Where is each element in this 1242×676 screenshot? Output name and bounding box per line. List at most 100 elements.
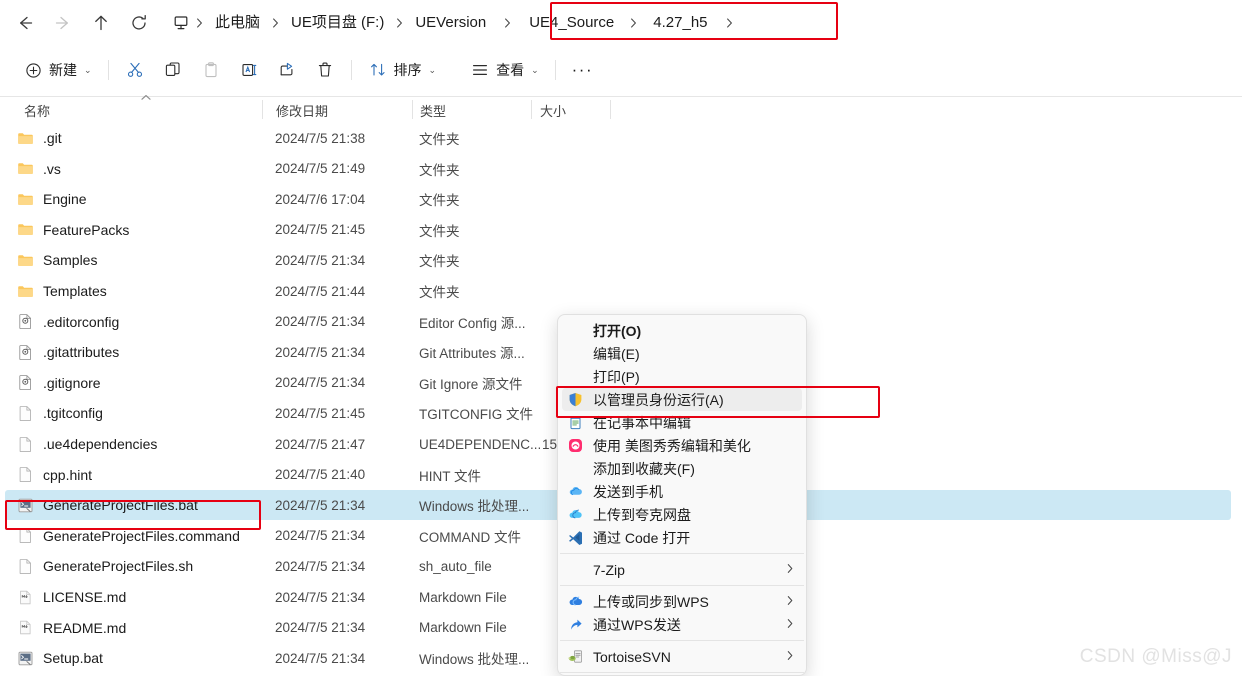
breadcrumb-item-1[interactable]: UE项目盘 (F:) (283, 11, 392, 35)
column-header-date[interactable]: 修改日期 (276, 101, 328, 120)
menu-item[interactable]: TortoiseSVN (558, 645, 806, 668)
file-type-cell: 文件夹 (419, 285, 460, 300)
file-name-cell[interactable]: Engine (17, 191, 87, 208)
file-name-label: .editorconfig (43, 313, 120, 330)
column-divider[interactable] (412, 100, 413, 119)
file-name-cell[interactable]: Templates (17, 283, 107, 300)
menu-item[interactable]: 7-Zip (558, 558, 806, 581)
chevron-right-icon (786, 618, 794, 632)
paste-button[interactable] (192, 53, 230, 87)
column-header-size[interactable]: 大小 (540, 101, 566, 120)
delete-button[interactable] (306, 53, 344, 87)
menu-item[interactable]: 上传或同步到WPS (558, 590, 806, 613)
new-button[interactable]: 新建 ⌄ (14, 53, 101, 87)
context-menu[interactable]: 打开(O) 编辑(E) 打印(P) 以管理员身份运行(A) 在记事本中编辑 使用 美图秀秀… (557, 314, 807, 676)
breadcrumb-sep (392, 17, 407, 29)
forward-button[interactable] (44, 4, 82, 42)
file-name-cell[interactable]: Samples (17, 252, 97, 269)
menu-item[interactable]: 上传到夸克网盘 (558, 503, 806, 526)
file-date-cell: 2024/7/6 17:04 (275, 191, 366, 207)
file-name-cell[interactable]: .ue4dependencies (17, 436, 157, 453)
folder-icon (17, 252, 34, 269)
file-type-cell: TGITCONFIG 文件 (419, 407, 533, 423)
table-row[interactable]: Samples 2024/7/5 21:34 文件夹 (5, 245, 1237, 275)
file-size-cell: 15 (542, 436, 558, 452)
menu-item[interactable]: 以管理员身份运行(A) (562, 388, 802, 411)
shield-icon (566, 392, 584, 407)
column-divider[interactable] (262, 100, 263, 119)
file-name-cell[interactable]: LICENSE.md (17, 589, 126, 606)
file-name-cell[interactable]: .gitattributes (17, 344, 119, 361)
chevron-down-icon: ⌄ (531, 64, 539, 75)
file-name-cell[interactable]: .gitignore (17, 374, 101, 391)
file-name-cell[interactable]: .editorconfig (17, 313, 119, 330)
file-name-label: .ue4dependencies (43, 436, 158, 452)
table-row[interactable]: FeaturePacks 2024/7/5 21:45 文件夹 (5, 215, 1237, 245)
menu-item[interactable]: 使用 美图秀秀编辑和美化 (558, 434, 806, 457)
table-row[interactable]: .git 2024/7/5 21:38 文件夹 (5, 123, 1237, 153)
file-name-cell[interactable]: .git (17, 130, 62, 147)
file-type-cell: 文件夹 (419, 193, 460, 209)
file-name-cell[interactable]: Setup.bat (17, 650, 103, 667)
folder-icon (17, 221, 34, 238)
menu-item[interactable]: 在记事本中编辑 (558, 411, 806, 434)
file-date-cell: 2024/7/5 21:34 (275, 344, 366, 360)
breadcrumb-sep-last[interactable] (716, 17, 743, 29)
column-divider[interactable] (610, 100, 611, 119)
menu-item[interactable]: 发送到手机 (558, 480, 806, 503)
file-name-label: .gitignore (43, 374, 101, 391)
more-button[interactable]: ··· (563, 53, 602, 87)
table-row[interactable]: Engine 2024/7/6 17:04 文件夹 (5, 184, 1237, 214)
file-name-cell[interactable]: GenerateProjectFiles.command (17, 527, 240, 544)
file-name-cell[interactable]: FeaturePacks (17, 221, 129, 238)
breadcrumb-item-4[interactable]: 4.27_h5 (645, 11, 715, 35)
menu-item[interactable]: 打印(P) (558, 365, 806, 388)
file-date-cell: 2024/7/5 21:38 (275, 130, 366, 146)
file-name-cell[interactable]: cpp.hint (17, 466, 92, 483)
meitu-icon (566, 438, 584, 453)
file-type-cell: 文件夹 (419, 223, 460, 239)
file-type-cell: COMMAND 文件 (419, 529, 521, 545)
column-divider[interactable] (531, 100, 532, 119)
file-type-cell: 文件夹 (419, 132, 460, 147)
back-button[interactable] (6, 4, 44, 42)
share-button[interactable] (268, 53, 306, 87)
menu-item[interactable]: 通过 Code 打开 (558, 526, 806, 549)
cut-button[interactable] (116, 53, 154, 87)
up-button[interactable] (82, 4, 120, 42)
file-name-cell[interactable]: .vs (17, 160, 61, 177)
rename-button[interactable] (230, 53, 268, 87)
file-name-cell[interactable]: GenerateProjectFiles.sh (17, 558, 193, 575)
table-row[interactable]: .vs 2024/7/5 21:49 文件夹 (5, 154, 1237, 184)
column-header-name[interactable]: 名称 (24, 101, 50, 120)
column-header-type[interactable]: 类型 (420, 101, 446, 120)
breadcrumb-item-3[interactable]: UE4_Source (521, 11, 622, 35)
table-row[interactable]: Templates 2024/7/5 21:44 文件夹 (5, 276, 1237, 306)
menu-item[interactable]: 编辑(E) (558, 342, 806, 365)
menu-item-label: 上传或同步到WPS (593, 593, 709, 610)
breadcrumb[interactable]: 此电脑 UE项目盘 (F:) UEVersion UE4_Source 4.27… (172, 7, 743, 39)
file-date-cell: 2024/7/5 21:45 (275, 222, 366, 238)
file-name-label: GenerateProjectFiles.bat (43, 497, 198, 514)
file-name-cell[interactable]: README.md (17, 619, 126, 636)
breadcrumb-item-0[interactable]: 此电脑 (207, 11, 268, 35)
file-name-label: .gitattributes (43, 344, 120, 361)
file-date-cell: 2024/7/5 21:34 (275, 620, 366, 636)
file-name-cell[interactable]: .tgitconfig (17, 405, 103, 422)
breadcrumb-item-2[interactable]: UEVersion (407, 11, 494, 35)
sort-button[interactable]: 排序 ⌄ (359, 53, 446, 87)
file-name-label: .tgitconfig (43, 405, 103, 422)
copy-button[interactable] (154, 53, 192, 87)
gear-file-icon (17, 313, 34, 330)
file-name-cell[interactable]: GenerateProjectFiles.bat (17, 497, 198, 514)
menu-item[interactable]: 添加到收藏夹(F) (558, 457, 806, 480)
menu-item[interactable]: 打开(O) (558, 319, 806, 342)
file-date-cell: 2024/7/5 21:47 (275, 436, 366, 452)
refresh-button[interactable] (120, 4, 158, 42)
menu-item[interactable]: 通过WPS发送 (558, 613, 806, 636)
sort-button-label: 排序 (393, 62, 422, 78)
column-header-row: 名称 修改日期 类型 大小 (0, 95, 1242, 122)
view-button[interactable]: 查看 ⌄ (461, 53, 548, 87)
file-date-cell: 2024/7/5 21:34 (275, 252, 366, 268)
file-type-cell: HINT 文件 (419, 468, 482, 484)
